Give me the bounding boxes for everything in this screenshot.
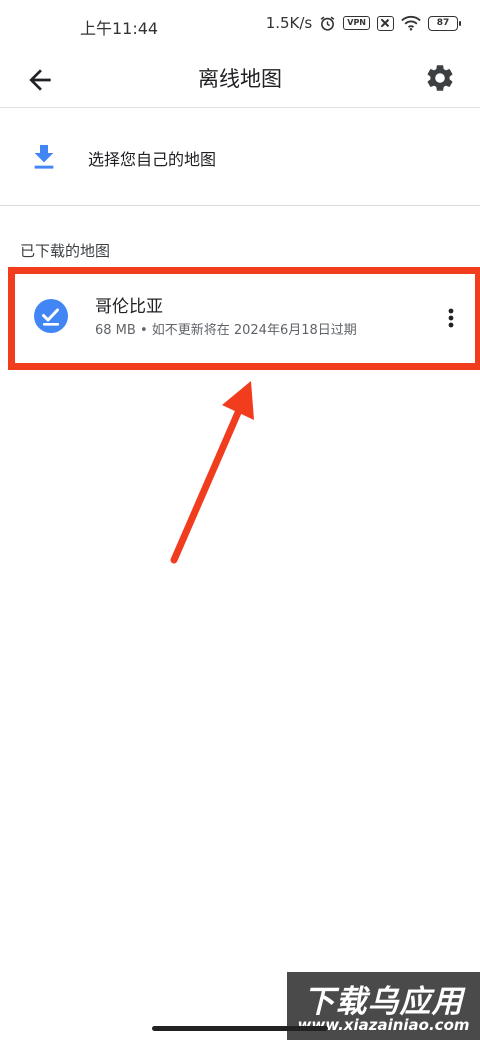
arrow-back-icon [29, 69, 51, 91]
status-bar: 上午11:44 1.5K/s VPN 87 [0, 0, 480, 52]
watermark-main-text: 下载乌应用 [303, 984, 464, 1020]
map-meta: 68 MB • 如不更新将在 2024年6月18日过期 [95, 323, 357, 338]
no-sim-icon [377, 15, 394, 31]
battery-icon: 87 [428, 15, 461, 31]
settings-button[interactable] [424, 62, 456, 96]
vpn-icon: VPN [343, 16, 370, 30]
map-name: 哥伦比亚 [95, 297, 163, 317]
status-icons: 1.5K/s VPN 87 [265, 14, 461, 32]
status-time: 上午11:44 [80, 19, 159, 38]
network-speed: 1.5K/s [265, 14, 313, 32]
more-options-button[interactable] [441, 302, 461, 334]
gear-icon [427, 65, 453, 91]
wifi-icon [401, 16, 421, 31]
select-own-map-row[interactable]: 选择您自己的地图 [0, 108, 480, 206]
alarm-icon [320, 16, 335, 31]
downloaded-maps-header: 已下载的地图 [20, 242, 111, 260]
check-circle-icon [34, 299, 68, 333]
watermark-url-text: www.xiazainiao.com [297, 1016, 470, 1034]
page-title: 离线地图 [198, 67, 282, 91]
back-button[interactable] [24, 64, 56, 96]
select-own-map-label: 选择您自己的地图 [88, 150, 217, 169]
download-icon [34, 145, 54, 169]
downloaded-map-item[interactable]: 哥伦比亚 68 MB • 如不更新将在 2024年6月18日过期 [8, 267, 480, 370]
more-vert-icon [448, 308, 454, 328]
home-indicator[interactable] [152, 1026, 328, 1031]
app-bar: 离线地图 [0, 52, 480, 108]
